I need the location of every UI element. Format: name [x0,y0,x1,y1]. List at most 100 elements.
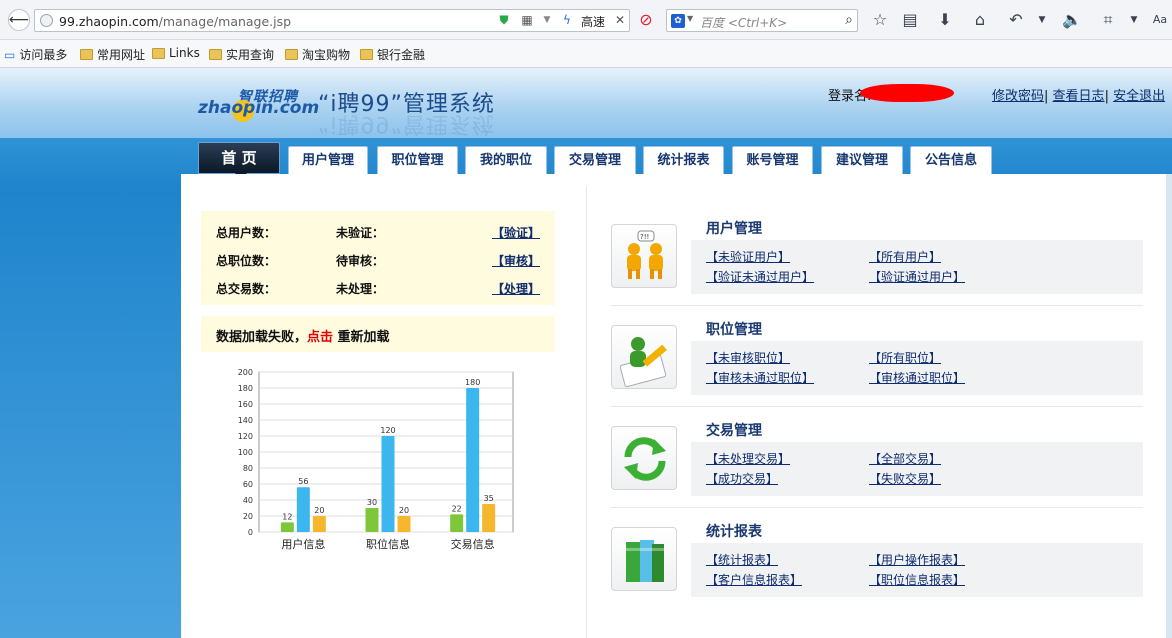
review-failed-jobs-link[interactable]: 【审核未通过职位】 [706,369,814,386]
block-icon[interactable]: ⊘ [636,10,656,30]
dropdown-arrow-icon[interactable]: ▼ [540,13,554,28]
page-right-edge [1166,174,1172,638]
search-icon[interactable]: ⌕ [845,12,853,28]
total-transactions-label: 总交易数： [216,282,277,296]
y-tick-label: 60 [243,480,253,489]
tab-suggestion-management[interactable]: 建议管理 [821,146,903,174]
home-icon[interactable]: ⌂ [970,10,990,30]
system-title-reflection: “i聘99”管理系统 [318,111,495,136]
customer-info-report-link[interactable]: 【客户信息报表】 [706,571,802,588]
speed-mode-label[interactable]: 高速 [581,13,605,30]
job-info-report-link[interactable]: 【职位信息报表】 [869,571,965,588]
all-transactions-link[interactable]: 【全部交易】 [869,450,941,467]
search-engine-dropdown-icon[interactable]: ▼ [687,14,693,23]
undo-dropdown-icon[interactable]: ▼ [1032,10,1052,30]
search-placeholder: 百度 <Ctrl+K> [700,16,788,30]
tab-home[interactable]: 首 页 [198,142,280,179]
section-title: 交易管理 [706,423,762,439]
bar [280,522,294,532]
total-jobs-label: 总职位数： [216,254,277,268]
download-icon[interactable]: ⬇ [935,10,955,30]
verify-link[interactable]: 【验证】 [492,224,540,241]
y-tick-label: 180 [238,384,253,393]
bookmark-page-icon: ▭ [4,47,16,62]
bookmark-folder-query[interactable]: 实用查询 [209,46,274,63]
statistics-report-link[interactable]: 【统计报表】 [706,551,778,568]
font-size-icon[interactable]: Aa [1150,10,1170,30]
bookmark-folder-common[interactable]: 常用网址 [80,46,145,63]
y-tick-label: 0 [248,528,253,537]
address-bar[interactable]: 99.zhaopin.com/manage/manage.jsp ⛊ ▦ ▼ ϟ… [34,9,630,32]
user-operation-report-link[interactable]: 【用户操作报表】 [869,551,965,568]
bar [312,516,326,532]
baidu-paw-icon[interactable]: ✿ [671,14,685,28]
link-separator: | [1104,89,1109,104]
review-link[interactable]: 【审核】 [492,252,540,269]
folder-icon [80,49,93,60]
unverified-users-link[interactable]: 【未验证用户】 [706,248,790,265]
bookmark-folder-bank[interactable]: 银行金融 [360,46,425,63]
tab-my-jobs[interactable]: 我的职位 [465,146,547,174]
section-statistics-reports: 统计报表 【统计报表】 【用户操作报表】 【客户信息报表】 【职位信息报表】 [611,524,1143,613]
volume-icon[interactable]: 🔈 [1062,10,1082,30]
bar-value-label: 56 [298,477,308,486]
x-category-label: 职位信息 [366,537,410,551]
load-fail-text: 数据加载失败， [216,330,308,345]
star-icon[interactable]: ☆ [870,10,890,30]
section-title: 用户管理 [706,221,762,237]
bar-value-label: 20 [399,506,409,515]
close-icon[interactable]: ✕ [613,13,627,28]
crop-icon[interactable]: ⌗ [1098,10,1118,30]
bar [381,436,395,532]
verified-users-link[interactable]: 【验证通过用户】 [869,268,965,285]
tab-announcements[interactable]: 公告信息 [910,146,992,174]
logout-link[interactable]: 安全退出 [1113,89,1165,104]
x-category-label: 用户信息 [281,537,325,551]
failed-transactions-link[interactable]: 【失败交易】 [869,470,941,487]
bar-value-label: 22 [452,504,462,513]
bookmark-most-visited[interactable]: ▭ 访问最多 [4,46,67,63]
verification-failed-users-link[interactable]: 【验证未通过用户】 [706,268,814,285]
back-arrow-icon[interactable]: ⟵ [8,9,30,31]
view-log-link[interactable]: 查看日志 [1053,89,1105,104]
tab-user-management[interactable]: 用户管理 [288,146,368,174]
tab-statistics-reports[interactable]: 统计报表 [643,146,724,174]
pending-review-label: 待审核： [336,254,385,268]
tab-transaction-management[interactable]: 交易管理 [554,146,636,174]
zhaopin-logo[interactable]: 智联招聘 zhaopin.com [198,86,319,126]
bar-value-label: 120 [380,426,395,435]
crop-dropdown-icon[interactable]: ▼ [1124,10,1144,30]
review-passed-jobs-link[interactable]: 【审核通过职位】 [869,369,965,386]
reload-click-link[interactable]: 点击 [307,330,333,345]
y-tick-label: 120 [238,432,253,441]
unprocessed-label: 未处理： [336,282,385,296]
bookmark-folder-links[interactable]: Links [152,46,200,60]
section-transaction-management: 交易管理 【未处理交易】 【全部交易】 【成功交易】 【失败交易】 [611,423,1143,512]
process-link[interactable]: 【处理】 [492,280,540,297]
change-password-link[interactable]: 修改密码 [992,89,1044,104]
shield-icon[interactable]: ⛊ [497,13,511,28]
tab-account-management[interactable]: 账号管理 [732,146,813,174]
search-box[interactable]: ✿ ▼ 百度 <Ctrl+K> ⌕ [666,9,858,32]
users-icon: ?!! [611,224,677,288]
folder-icon [360,49,373,60]
section-user-management: ?!! 用户管理 【未验证用户】 【所有用户】 【验证未通过用户】 【验证通过用… [611,221,1143,310]
all-users-link[interactable]: 【所有用户】 [869,248,941,265]
bookmarks-bar: ▭ 访问最多 常用网址 Links 实用查询 淘宝购物 银行金融 [0,40,1172,68]
unprocessed-transactions-link[interactable]: 【未处理交易】 [706,450,790,467]
reading-list-icon[interactable]: ▤ [900,10,920,30]
successful-transactions-link[interactable]: 【成功交易】 [706,470,778,487]
unreviewed-jobs-link[interactable]: 【未审核职位】 [706,349,790,366]
all-jobs-link[interactable]: 【所有职位】 [869,349,941,366]
undo-icon[interactable]: ↶ [1006,10,1026,30]
bookmark-folder-taobao[interactable]: 淘宝购物 [285,46,350,63]
unverified-label: 未验证： [336,226,385,240]
tab-job-management[interactable]: 职位管理 [377,146,458,174]
bar-value-label: 30 [367,498,377,507]
lightning-icon[interactable]: ϟ [560,13,574,28]
section-job-management: 职位管理 【未审核职位】 【所有职位】 【审核未通过职位】 【审核通过职位】 [611,322,1143,411]
qr-code-icon[interactable]: ▦ [520,13,534,28]
folder-icon [285,49,298,60]
url-text[interactable]: 99.zhaopin.com/manage/manage.jsp [59,14,291,29]
bar [365,508,379,532]
